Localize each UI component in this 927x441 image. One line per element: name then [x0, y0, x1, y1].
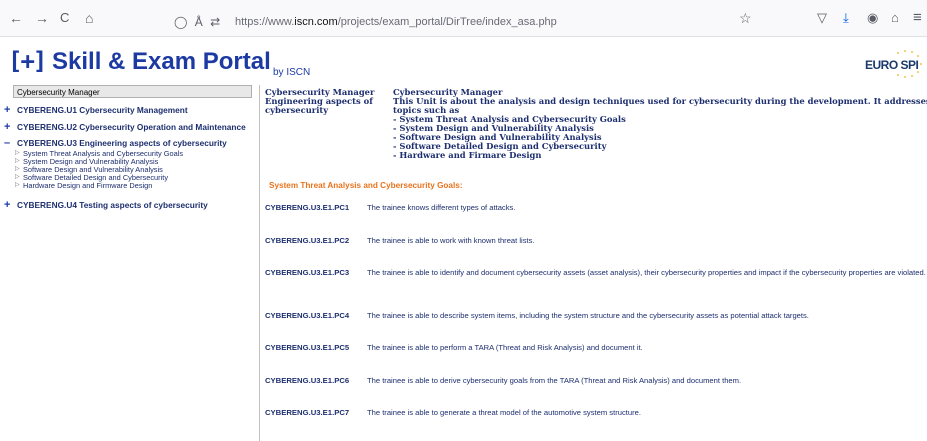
tree-unit-label[interactable]: CYBERENG.U1 Cybersecurity Management [17, 105, 188, 115]
triangle-right-icon: ▷ [15, 182, 20, 188]
criterion-text: The trainee is able to derive cybersecur… [367, 376, 742, 385]
criterion-code: CYBERENG.U3.E1.PC5 [265, 343, 350, 352]
sidebar-tree: Cybersecurity Manager + CYBERENG.U1 Cybe… [0, 85, 260, 441]
portal-title: Skill & Exam Portal [52, 48, 271, 75]
triangle-right-icon: ▷ [15, 166, 20, 172]
description-text: This Unit is about the analysis and desi… [393, 96, 927, 115]
home-icon[interactable]: ⌂ [85, 10, 93, 26]
url-text[interactable]: https://www.iscn.com/projects/exam_porta… [235, 16, 557, 28]
url-prefix: https://www. [235, 16, 295, 28]
account-icon[interactable]: ◉ [867, 10, 878, 26]
tree-unit-label[interactable]: CYBERENG.U3 Engineering aspects of cyber… [17, 138, 227, 148]
eurospi-logo: EURO SPI [865, 58, 919, 72]
bookmark-star-icon[interactable]: ☆ [739, 10, 752, 26]
menu-icon[interactable]: ≡ [913, 10, 922, 26]
forward-icon[interactable]: → [35, 10, 49, 26]
criterion-text: The trainee is able to describe system i… [367, 311, 809, 320]
shield-icon[interactable]: ◯ [174, 15, 187, 29]
triangle-right-icon: ▷ [15, 150, 20, 156]
by-iscn: by ISCN [273, 67, 311, 78]
breadcrumb-unit: Engineering aspects of cybersecurity [265, 96, 373, 115]
criterion-code: CYBERENG.U3.E1.PC1 [265, 203, 350, 212]
address-bar[interactable]: ◯ Å ⇄ https://www.iscn.com/projects/exam… [140, 5, 760, 30]
unit-breadcrumb: Cybersecurity Manager Engineering aspect… [265, 88, 380, 115]
criterion-text: The trainee is able to work with known t… [367, 236, 535, 245]
expand-plus-icon[interactable]: + [4, 199, 10, 211]
extensions-icon[interactable]: ⌂ [891, 10, 899, 26]
criterion-text: The trainee knows different types of att… [367, 203, 516, 212]
expand-plus-icon[interactable]: + [4, 121, 10, 133]
criterion-text: The trainee is able to identify and docu… [367, 268, 926, 277]
section-heading: System Threat Analysis and Cybersecurity… [269, 181, 463, 190]
sidebar-heading: Cybersecurity Manager [13, 85, 252, 98]
tree-unit-u1[interactable]: + CYBERENG.U1 Cybersecurity Management [4, 104, 188, 116]
collapse-minus-icon[interactable]: – [4, 137, 10, 149]
browser-toolbar: ← → C ⌂ ◯ Å ⇄ https://www.iscn.com/proje… [0, 0, 927, 37]
lock-icon[interactable]: Å [195, 15, 203, 29]
unit-description: Cybersecurity Manager This Unit is about… [393, 88, 927, 160]
portal-logo-icon: [+] [8, 47, 47, 75]
tree-unit-label[interactable]: CYBERENG.U2 Cybersecurity Operation and … [17, 122, 246, 132]
criterion-text: The trainee is able to generate a threat… [367, 408, 641, 417]
criterion-text: The trainee is able to perform a TARA (T… [367, 343, 643, 352]
topic-line: - Hardware and Firmare Design [393, 150, 542, 160]
tree-subitem[interactable]: ▷ Hardware Design and Firmware Design [15, 181, 152, 190]
url-icons: ◯ Å ⇄ [174, 15, 220, 29]
download-icon[interactable]: ⤓ [843, 10, 849, 26]
tree-unit-label[interactable]: CYBERENG.U4 Testing aspects of cybersecu… [17, 200, 208, 210]
url-host: iscn.com [294, 16, 338, 28]
criterion-code: CYBERENG.U3.E1.PC4 [265, 311, 350, 320]
criterion-code: CYBERENG.U3.E1.PC3 [265, 268, 350, 277]
criterion-code: CYBERENG.U3.E1.PC7 [265, 408, 350, 417]
pocket-icon[interactable]: ▽ [817, 10, 827, 26]
permissions-icon[interactable]: ⇄ [210, 15, 220, 29]
criterion-code: CYBERENG.U3.E1.PC2 [265, 236, 350, 245]
triangle-right-icon: ▷ [15, 158, 20, 164]
criterion-code: CYBERENG.U3.E1.PC6 [265, 376, 350, 385]
reload-icon[interactable]: C [60, 10, 69, 26]
back-icon[interactable]: ← [9, 10, 23, 26]
tree-unit-u3[interactable]: – CYBERENG.U3 Engineering aspects of cyb… [4, 137, 227, 149]
main-content: Cybersecurity Manager Engineering aspect… [265, 85, 927, 441]
tree-unit-u2[interactable]: + CYBERENG.U2 Cybersecurity Operation an… [4, 121, 246, 133]
tree-unit-u4[interactable]: + CYBERENG.U4 Testing aspects of cyberse… [4, 199, 208, 211]
url-path: /projects/exam_portal/DirTree/index_asa.… [337, 16, 557, 28]
triangle-right-icon: ▷ [15, 174, 20, 180]
expand-plus-icon[interactable]: + [4, 104, 10, 116]
site-header: [+] Skill & Exam Portal by ISCN EURO SPI [0, 37, 927, 83]
tree-subitem-label[interactable]: Hardware Design and Firmware Design [23, 181, 152, 190]
